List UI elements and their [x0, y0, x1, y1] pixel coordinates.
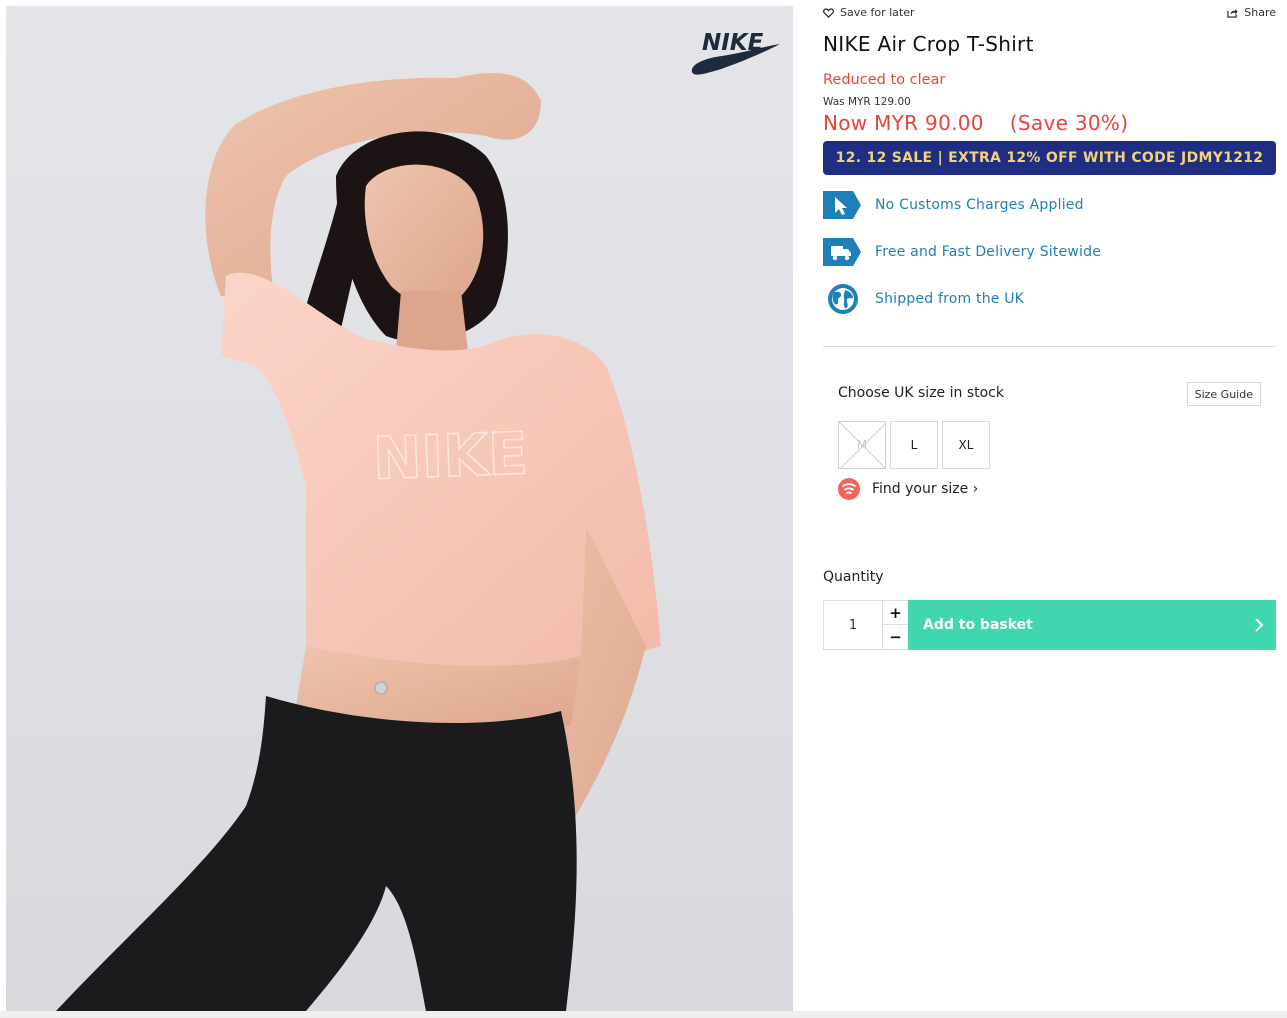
feature-no-customs: No Customs Charges Applied	[823, 188, 1276, 222]
share-icon	[1227, 8, 1238, 18]
product-title: NIKE Air Crop T-Shirt	[823, 32, 1034, 56]
product-image[interactable]: NIKE NIKE	[6, 6, 793, 1011]
quantity-decrease-button[interactable]: −	[883, 625, 908, 649]
save-for-later-link[interactable]: Save for later	[823, 6, 915, 19]
was-price: Was MYR 129.00	[823, 96, 911, 108]
save-for-later-label: Save for later	[840, 6, 915, 19]
feature-label: Shipped from the UK	[875, 291, 1025, 307]
now-price-value: Now MYR 90.00	[823, 111, 984, 135]
promo-banner[interactable]: 12. 12 SALE | EXTRA 12% OFF WITH CODE JD…	[823, 141, 1276, 175]
nike-logo-icon: NIKE	[691, 30, 780, 75]
quantity-increase-button[interactable]: +	[883, 601, 908, 625]
size-label: XL	[958, 438, 974, 452]
size-selector-label: Choose UK size in stock	[838, 385, 1004, 401]
size-options: M L XL	[838, 421, 990, 469]
quantity-stepper: + −	[882, 600, 909, 650]
shirt-print: NIKE	[372, 419, 529, 492]
quantity-label: Quantity	[823, 569, 884, 585]
size-label: L	[910, 438, 918, 452]
feature-label: No Customs Charges Applied	[875, 197, 1084, 213]
add-to-basket-label: Add to basket	[923, 617, 1033, 633]
find-your-size-label: Find your size ›	[872, 481, 979, 497]
feature-label: Free and Fast Delivery Sitewide	[875, 244, 1102, 260]
feature-shipped-uk: Shipped from the UK	[823, 282, 1276, 316]
feature-free-delivery: Free and Fast Delivery Sitewide	[823, 235, 1276, 269]
size-option[interactable]: XL	[942, 421, 990, 469]
crossed-out-icon	[839, 422, 885, 468]
top-links: Save for later Share	[823, 6, 1276, 22]
divider	[823, 346, 1276, 347]
page-bottom-edge	[0, 1011, 1287, 1018]
reduced-badge: Reduced to clear	[823, 72, 946, 88]
size-guide-button[interactable]: Size Guide	[1186, 382, 1261, 406]
quantity-input[interactable]: 1	[823, 600, 883, 650]
globe-icon	[828, 284, 858, 314]
share-label: Share	[1244, 6, 1276, 19]
size-option[interactable]: L	[890, 421, 938, 469]
cursor-icon	[823, 191, 861, 219]
fit-predictor-icon	[838, 478, 860, 500]
model-illustration: NIKE	[56, 72, 661, 1011]
chevron-right-icon	[1255, 618, 1264, 632]
product-info-panel: Save for later Share NIKE Air Crop T-Shi…	[823, 0, 1276, 1018]
share-link[interactable]: Share	[1227, 6, 1276, 19]
add-to-basket-button[interactable]: Add to basket	[908, 600, 1276, 650]
now-price: Now MYR 90.00 (Save 30%)	[823, 111, 1128, 135]
size-option-out-of-stock[interactable]: M	[838, 421, 886, 469]
truck-icon	[823, 238, 861, 266]
heart-icon	[823, 7, 834, 18]
find-your-size-link[interactable]: Find your size ›	[838, 478, 978, 500]
save-percent: (Save 30%)	[1009, 111, 1129, 135]
